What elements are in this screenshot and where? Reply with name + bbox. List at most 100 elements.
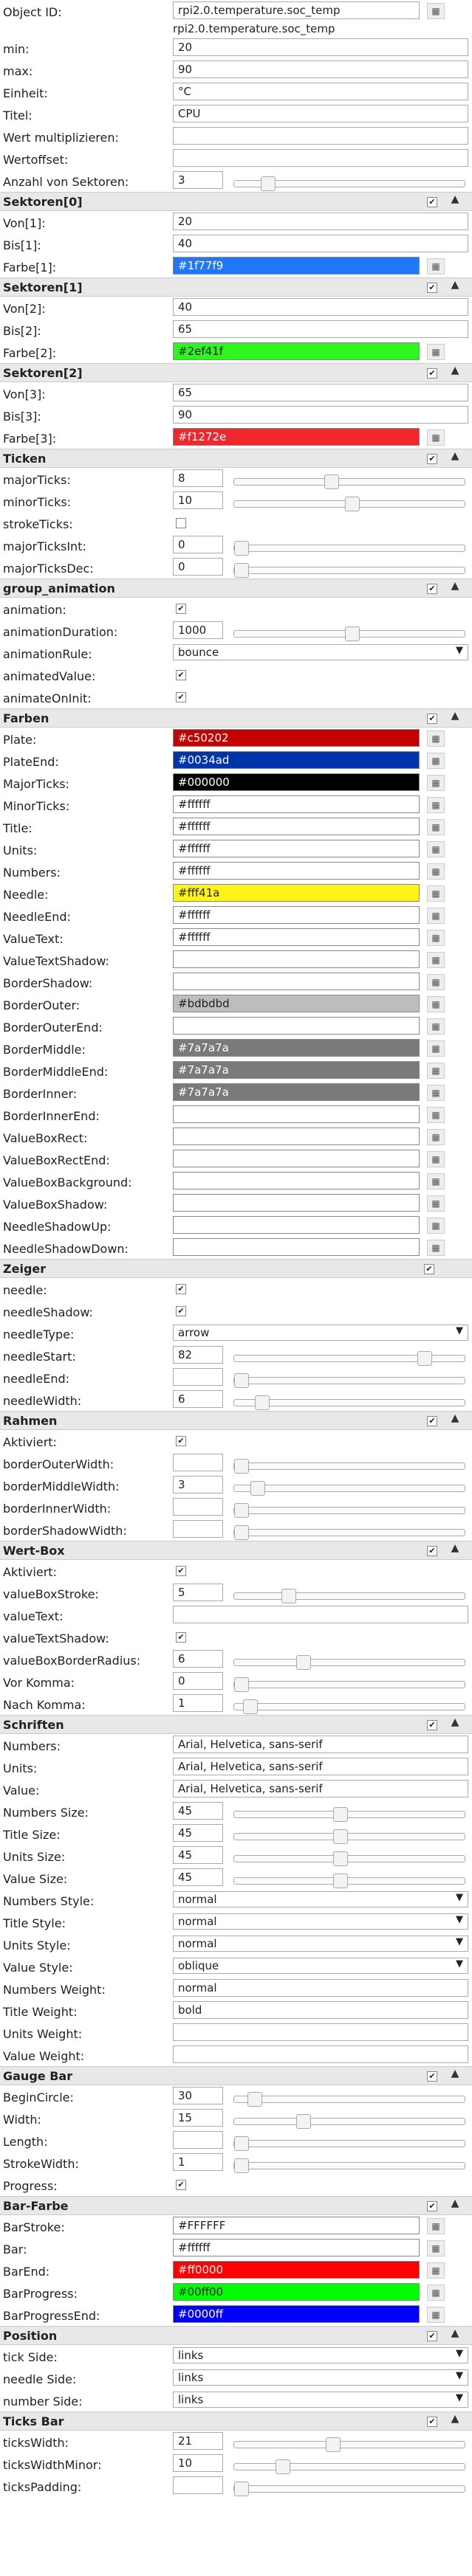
animate-on-init-checkbox[interactable]: ✔ (176, 692, 186, 702)
needle-width-slider[interactable] (233, 1395, 465, 1410)
collapse-chevron-icon[interactable]: ▲ (446, 193, 464, 208)
section-header-sector-2[interactable]: Sektoren[2] ✔ ▲ (0, 363, 472, 382)
color-picker-icon[interactable]: ▦ (427, 1173, 445, 1189)
color-input[interactable] (173, 1238, 420, 1256)
slider-handle[interactable] (243, 1699, 258, 1714)
sector-color-input[interactable]: #1f77f9 (173, 257, 420, 274)
slider-handle[interactable] (234, 2136, 249, 2151)
sector-from-input[interactable]: 20 (173, 213, 468, 230)
border-shadow-width-input[interactable] (173, 1520, 223, 1538)
slider-handle[interactable] (234, 2482, 249, 2496)
section-header-animation[interactable]: group_animation ✔ ▲ (0, 579, 472, 598)
section-header-needle[interactable]: Zeiger ✔ (0, 1259, 472, 1278)
color-picker-icon[interactable]: ▦ (427, 2218, 445, 2234)
needle-start-slider[interactable] (233, 1351, 465, 1366)
color-input[interactable]: #bdbdbd (173, 995, 420, 1012)
color-input[interactable]: #c50202 (173, 729, 420, 747)
color-input[interactable]: #ffffff (173, 928, 420, 946)
valuebox-radius-slider[interactable] (233, 1655, 465, 1670)
color-input[interactable]: #ffffff (173, 795, 420, 813)
slider-handle[interactable] (296, 1655, 311, 1670)
section-header-frame[interactable]: Rahmen ✔ ▲ (0, 1411, 472, 1430)
after-comma-input[interactable]: 1 (173, 1694, 223, 1712)
slider-handle[interactable] (234, 1677, 249, 1692)
collapse-chevron-icon[interactable]: ▲ (446, 710, 464, 725)
slider-handle[interactable] (333, 1829, 348, 1844)
slider-handle[interactable] (250, 1481, 265, 1496)
sector-color-input[interactable]: #2ef41f (173, 342, 420, 360)
section-toggle-checkbox[interactable]: ✔ (427, 2417, 437, 2427)
section-toggle-checkbox[interactable]: ✔ (427, 368, 437, 379)
border-inner-width-input[interactable] (173, 1498, 223, 1516)
font-units-input[interactable]: Arial, Helvetica, sans-serif (173, 1758, 468, 1775)
begin-circle-input[interactable]: 30 (173, 2087, 223, 2104)
border-middle-width-input[interactable]: 3 (173, 1476, 223, 1494)
valuebox-active-checkbox[interactable]: ✔ (176, 1566, 186, 1576)
section-toggle-checkbox[interactable]: ✔ (427, 1720, 437, 1730)
color-picker-icon[interactable]: ▦ (427, 863, 445, 880)
valuebox-radius-input[interactable]: 6 (173, 1650, 223, 1668)
tick-side-select[interactable]: links ▼ (173, 2347, 468, 2363)
major-ticks-int-slider[interactable] (233, 541, 465, 556)
numbers-weight-input[interactable]: normal (173, 1979, 468, 1997)
number-side-select[interactable]: links ▼ (173, 2392, 468, 2408)
color-picker-icon[interactable]: ▦ (427, 1218, 445, 1234)
units-style-select[interactable]: normal ▼ (173, 1936, 468, 1952)
numbers-size-slider[interactable] (233, 1807, 465, 1822)
slider-handle[interactable] (333, 1851, 348, 1866)
section-header-bar-colors[interactable]: Bar-Farbe ✔ ▲ (0, 2196, 472, 2215)
begin-circle-slider[interactable] (233, 2092, 465, 2107)
sector-to-input[interactable]: 65 (173, 320, 468, 338)
section-toggle-checkbox[interactable]: ✔ (424, 1264, 434, 1274)
color-picker-icon[interactable]: ▦ (427, 1240, 445, 1256)
select-object-button[interactable]: ▦ (427, 3, 445, 19)
units-size-slider[interactable] (233, 1851, 465, 1866)
color-input[interactable] (173, 1017, 420, 1035)
collapse-chevron-icon[interactable]: ▲ (446, 1412, 464, 1427)
bar-stroke-width-slider[interactable] (233, 2158, 465, 2173)
bar-length-input[interactable] (173, 2131, 223, 2149)
color-picker-icon[interactable]: ▦ (427, 2262, 445, 2279)
section-header-sector-1[interactable]: Sektoren[1] ✔ ▲ (0, 277, 472, 297)
progress-checkbox[interactable]: ✔ (176, 2180, 186, 2190)
section-toggle-checkbox[interactable]: ✔ (427, 1546, 437, 1556)
slider-handle[interactable] (417, 1351, 432, 1366)
color-picker-icon[interactable]: ▦ (427, 1151, 445, 1167)
ticks-padding-input[interactable] (173, 2476, 223, 2494)
color-input[interactable]: #0034ad (173, 751, 420, 769)
sector-to-input[interactable]: 40 (173, 235, 468, 252)
bar-width-slider[interactable] (233, 2114, 465, 2129)
ticks-padding-slider[interactable] (233, 2482, 465, 2496)
color-picker-icon[interactable]: ▦ (427, 1040, 445, 1057)
color-input[interactable]: #ffffff (173, 818, 420, 835)
color-picker-icon[interactable]: ▦ (427, 2307, 445, 2323)
collapse-chevron-icon[interactable]: ▲ (446, 2413, 464, 2428)
color-input[interactable]: #0000ff (173, 2305, 420, 2323)
object-id-input[interactable]: rpi2.0.temperature.soc_temp (173, 1, 420, 19)
color-picker-icon[interactable]: ▦ (427, 797, 445, 813)
color-picker-icon[interactable]: ▦ (427, 974, 445, 990)
color-picker-icon[interactable]: ▦ (427, 885, 445, 902)
section-header-ticks[interactable]: Ticken ✔ ▲ (0, 449, 472, 468)
collapse-chevron-icon[interactable]: ▲ (446, 580, 464, 595)
section-toggle-checkbox[interactable]: ✔ (427, 283, 437, 293)
slider-handle[interactable] (234, 2158, 249, 2173)
font-value-input[interactable]: Arial, Helvetica, sans-serif (173, 1780, 468, 1798)
needle-type-select[interactable]: arrow ▼ (173, 1325, 468, 1341)
value-text-shadow-checkbox[interactable]: ✔ (176, 1632, 186, 1643)
color-input[interactable]: #7a7a7a (173, 1061, 420, 1079)
units-size-input[interactable]: 45 (173, 1846, 223, 1864)
color-input[interactable] (173, 1216, 420, 1234)
border-shadow-width-slider[interactable] (233, 1525, 465, 1540)
color-picker-icon[interactable]: ▦ (427, 775, 445, 791)
color-picker-icon[interactable]: ▦ (427, 930, 445, 946)
value-style-select[interactable]: oblique ▼ (173, 1958, 468, 1974)
value-weight-input[interactable] (173, 2045, 468, 2063)
color-input[interactable]: #ffffff (173, 840, 420, 857)
section-toggle-checkbox[interactable]: ✔ (427, 454, 437, 464)
max-input[interactable]: 90 (173, 61, 468, 78)
value-size-input[interactable]: 45 (173, 1868, 223, 1886)
sector-from-input[interactable]: 40 (173, 298, 468, 316)
needle-end-slider[interactable] (233, 1373, 465, 1388)
color-picker-icon[interactable]: ▦ (427, 731, 445, 747)
